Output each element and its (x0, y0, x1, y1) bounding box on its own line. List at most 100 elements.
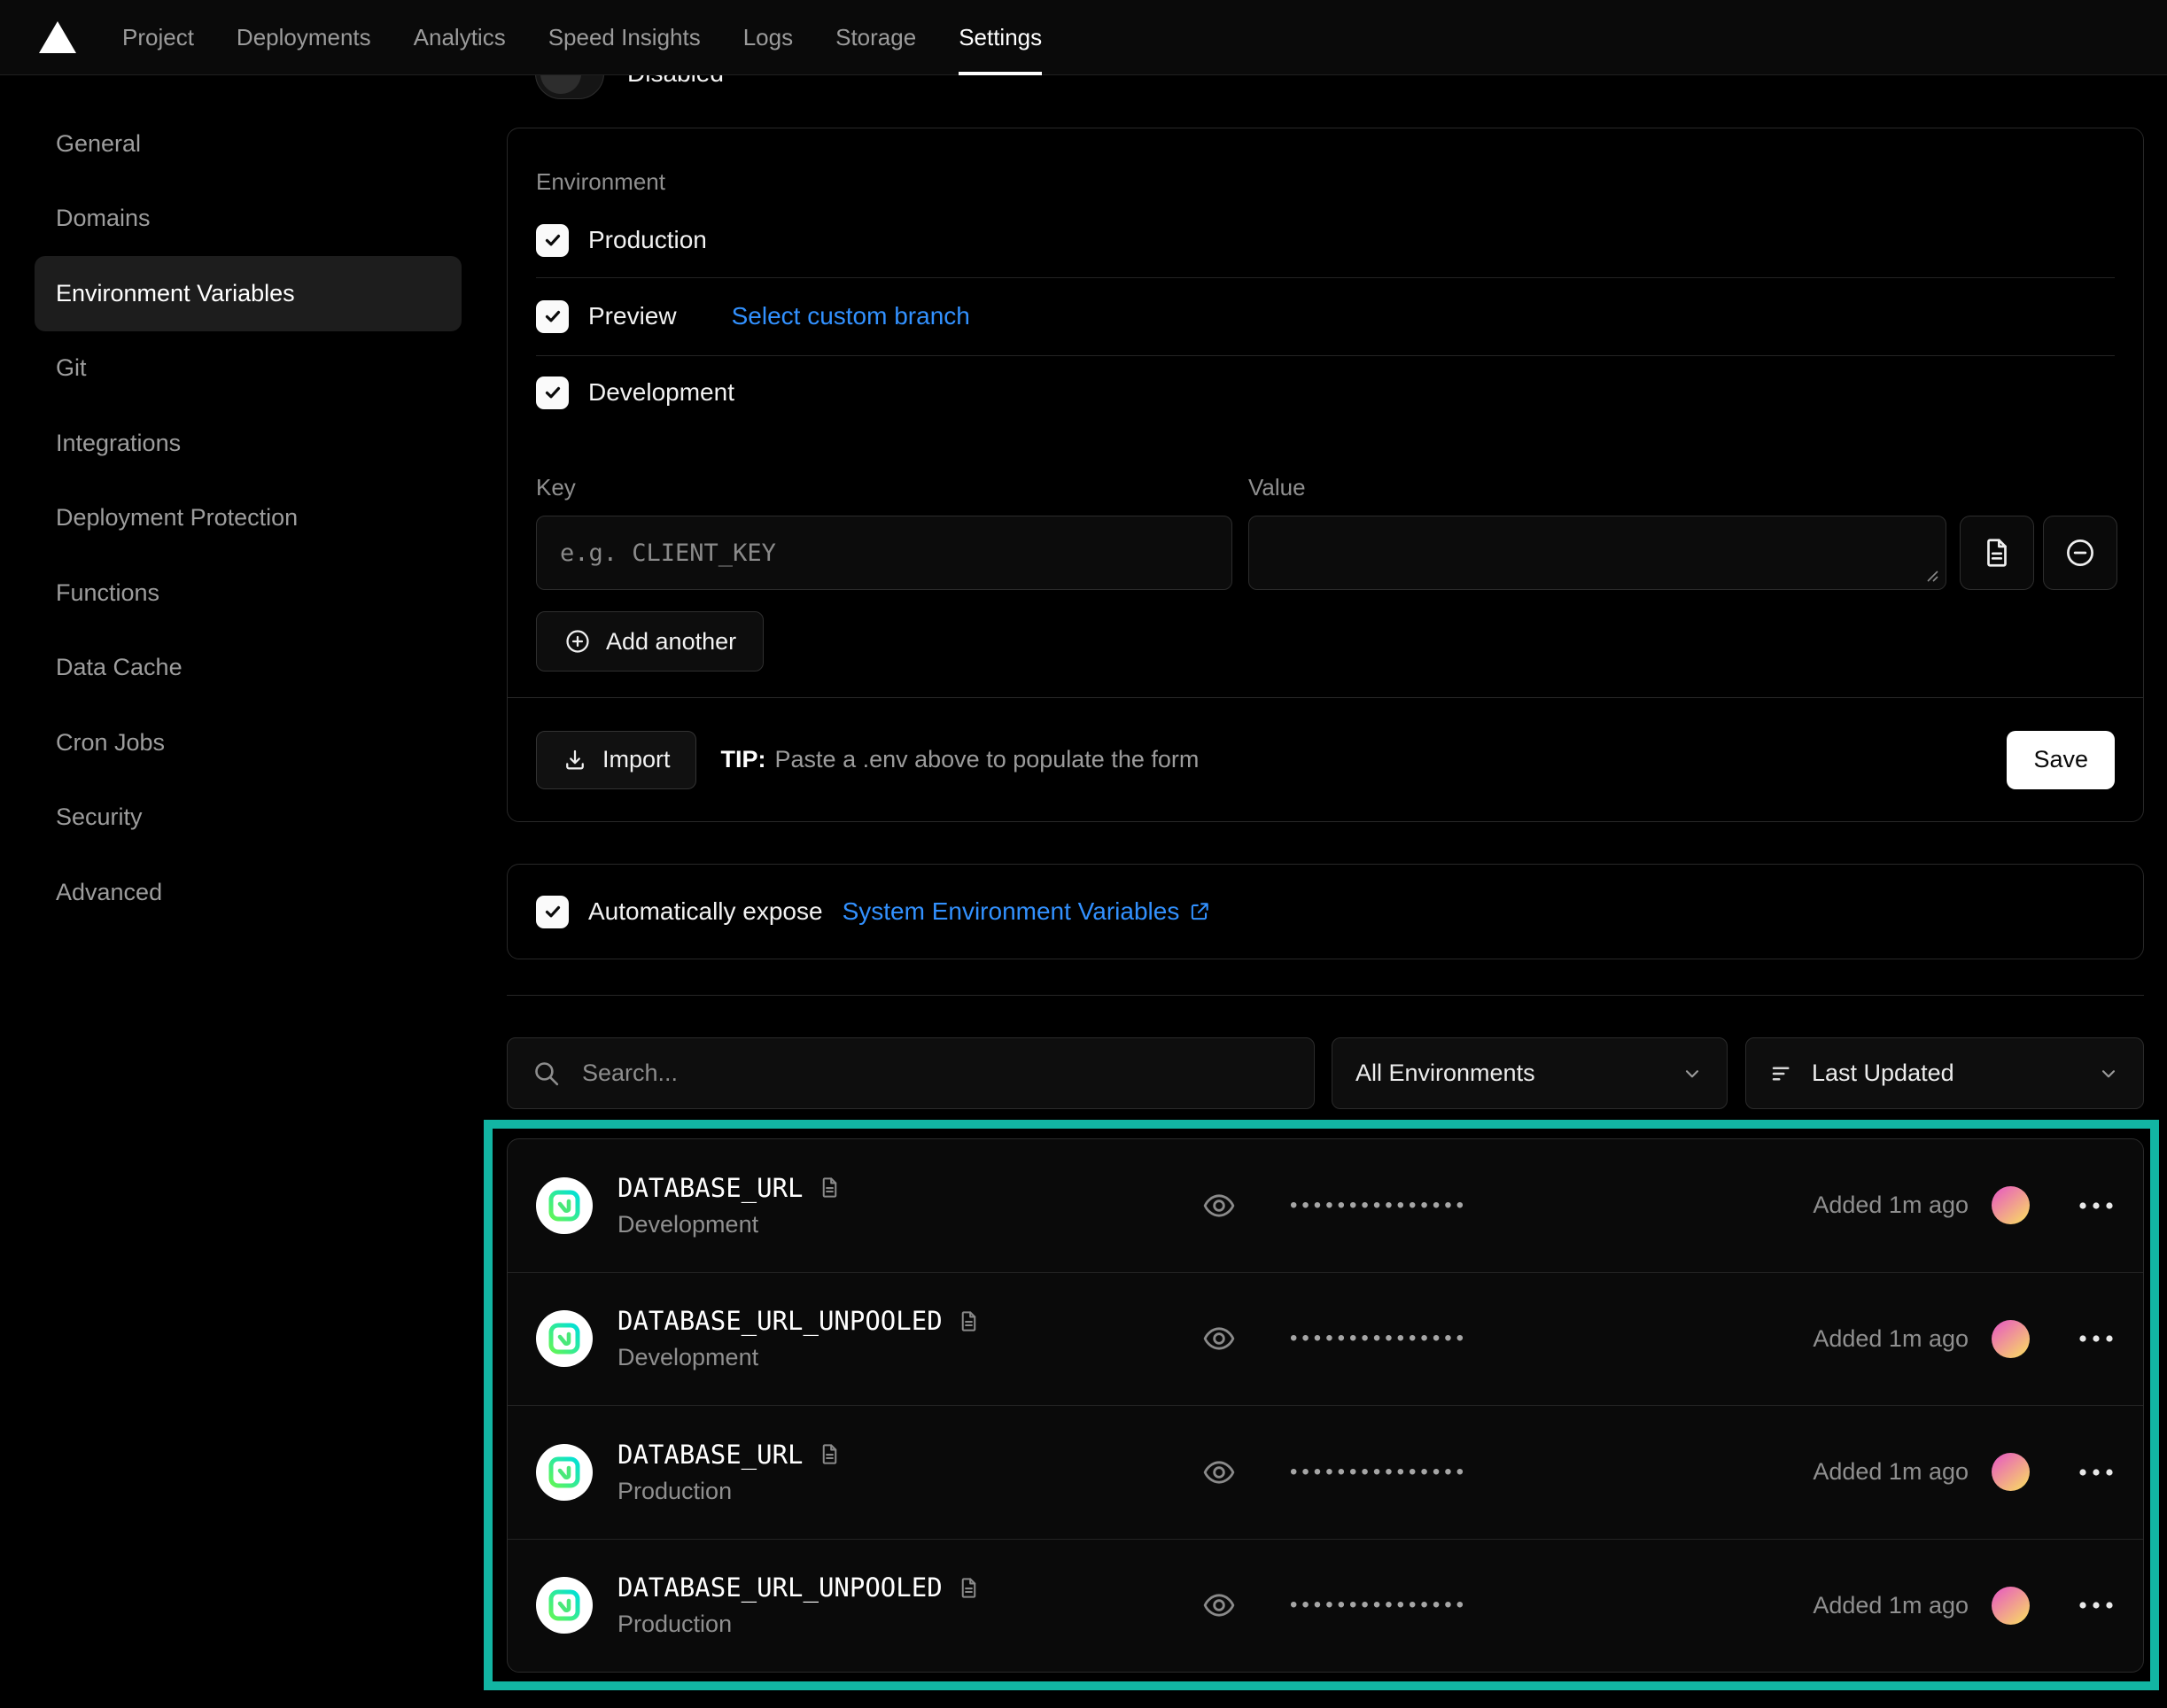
sort-dropdown[interactable]: Last Updated (1745, 1037, 2144, 1109)
variable-name-cell: DATABASE_URL_UNPOOLED Production (617, 1572, 1201, 1638)
row-actions-menu-button[interactable] (2078, 1467, 2115, 1478)
nav-tab-settings[interactable]: Settings (937, 0, 1063, 74)
env-variable-row[interactable]: DATABASE_URL_UNPOOLED Production •••••••… (508, 1539, 2143, 1673)
paste-env-file-button[interactable] (1960, 516, 2034, 590)
sidebar-item-integrations[interactable]: Integrations (0, 406, 483, 481)
sort-lines-icon (1769, 1060, 1796, 1087)
sidebar-item-git[interactable]: Git (0, 331, 483, 407)
ellipsis-icon (2078, 1467, 2115, 1478)
neon-integration-avatar (536, 1177, 593, 1234)
vercel-logo[interactable] (39, 21, 76, 53)
env-variable-row[interactable]: DATABASE_URL Production ••••••••••••••• … (508, 1405, 2143, 1539)
import-button[interactable]: Import (536, 731, 696, 789)
neon-logo-icon (548, 1189, 581, 1223)
env-variable-row[interactable]: DATABASE_URL Development •••••••••••••••… (508, 1139, 2143, 1272)
environment-filter-value: All Environments (1355, 1060, 1535, 1087)
row-actions-menu-button[interactable] (2078, 1200, 2115, 1211)
row-actions-menu-button[interactable] (2078, 1600, 2115, 1611)
search-input[interactable] (507, 1037, 1315, 1109)
variable-name: DATABASE_URL_UNPOOLED (617, 1306, 943, 1336)
minus-circle-icon (2063, 536, 2097, 570)
environment-option-preview: Preview Select custom branch (536, 299, 970, 333)
check-icon (542, 901, 563, 922)
save-button[interactable]: Save (2007, 731, 2115, 789)
sidebar-item-general[interactable]: General (0, 106, 483, 182)
environment-filter-dropdown[interactable]: All Environments (1332, 1037, 1728, 1109)
variable-environment: Development (617, 1344, 1201, 1371)
added-timestamp: Added 1m ago (1813, 1458, 1969, 1486)
value-input[interactable] (1248, 516, 1946, 590)
expose-checkbox[interactable] (536, 896, 569, 928)
sidebar-item-functions[interactable]: Functions (0, 555, 483, 631)
search-icon (532, 1059, 561, 1088)
ellipsis-icon (2078, 1200, 2115, 1211)
development-checkbox[interactable] (536, 377, 569, 409)
preview-checkbox[interactable] (536, 300, 569, 333)
neon-integration-avatar (536, 1310, 593, 1367)
masked-value: ••••••••••••••• (1290, 1193, 1468, 1218)
sidebar-item-cron-jobs[interactable]: Cron Jobs (0, 705, 483, 780)
tip-bold: TIP: (721, 746, 766, 772)
neon-integration-avatar (536, 1577, 593, 1634)
document-icon (1980, 536, 2014, 570)
user-avatar (1992, 1320, 2030, 1358)
expose-label: Automatically expose (588, 897, 823, 926)
plus-circle-icon (563, 627, 592, 656)
download-icon (562, 747, 588, 773)
key-input[interactable] (536, 516, 1232, 590)
environment-option-development: Development (536, 376, 734, 409)
select-custom-branch-link[interactable]: Select custom branch (732, 302, 970, 330)
note-icon[interactable] (818, 1176, 842, 1199)
system-env-expose-card: Automatically expose System Environment … (507, 864, 2144, 959)
production-checkbox-label: Production (588, 226, 707, 254)
nav-tab-project[interactable]: Project (101, 0, 215, 74)
nav-tab-storage[interactable]: Storage (814, 0, 937, 74)
note-icon[interactable] (957, 1309, 981, 1333)
eye-icon[interactable] (1201, 1321, 1237, 1356)
import-label: Import (602, 746, 671, 773)
preview-checkbox-label: Preview (588, 302, 677, 330)
variable-environment: Development (617, 1211, 1201, 1238)
eye-icon[interactable] (1201, 1588, 1237, 1623)
chevron-down-icon (2097, 1062, 2120, 1085)
check-icon (542, 306, 563, 327)
nav-tab-logs[interactable]: Logs (722, 0, 814, 74)
nav-tab-analytics[interactable]: Analytics (392, 0, 527, 74)
row-actions-menu-button[interactable] (2078, 1333, 2115, 1344)
production-checkbox[interactable] (536, 224, 569, 257)
sort-value: Last Updated (1812, 1060, 1954, 1087)
top-navigation: Project Deployments Analytics Speed Insi… (0, 0, 2167, 75)
sidebar-item-advanced[interactable]: Advanced (0, 855, 483, 930)
system-env-variables-link[interactable]: System Environment Variables (843, 897, 1212, 926)
nav-tab-deployments[interactable]: Deployments (215, 0, 392, 74)
sidebar-item-environment-variables[interactable]: Environment Variables (35, 256, 462, 331)
variable-environment: Production (617, 1478, 1201, 1505)
system-env-variables-link-text: System Environment Variables (843, 897, 1180, 926)
variable-name-cell: DATABASE_URL_UNPOOLED Development (617, 1306, 1201, 1371)
add-another-button[interactable]: Add another (536, 611, 764, 672)
user-avatar (1992, 1587, 2030, 1625)
nav-tab-speed-insights[interactable]: Speed Insights (527, 0, 722, 74)
eye-icon[interactable] (1201, 1188, 1237, 1223)
added-timestamp: Added 1m ago (1813, 1325, 1969, 1353)
user-avatar (1992, 1186, 2030, 1224)
added-timestamp: Added 1m ago (1813, 1192, 1969, 1219)
sidebar-item-deployment-protection[interactable]: Deployment Protection (0, 481, 483, 556)
neon-logo-icon (548, 1588, 581, 1622)
eye-icon[interactable] (1201, 1455, 1237, 1490)
env-variable-row[interactable]: DATABASE_URL_UNPOOLED Development ••••••… (508, 1272, 2143, 1406)
value-field-label: Value (1248, 474, 1306, 501)
environment-section-label: Environment (536, 168, 665, 196)
note-icon[interactable] (818, 1442, 842, 1466)
sidebar-item-security[interactable]: Security (0, 780, 483, 856)
note-icon[interactable] (957, 1576, 981, 1600)
search-box (507, 1037, 1315, 1109)
variable-name: DATABASE_URL_UNPOOLED (617, 1572, 943, 1603)
form-card-footer: Import TIP:Paste a .env above to populat… (508, 697, 2143, 821)
masked-value: ••••••••••••••• (1290, 1460, 1468, 1485)
sidebar-item-data-cache[interactable]: Data Cache (0, 631, 483, 706)
remove-row-button[interactable] (2043, 516, 2117, 590)
sidebar-item-domains[interactable]: Domains (0, 182, 483, 257)
resize-handle-icon[interactable] (1926, 570, 1939, 583)
value-input-wrap (1248, 516, 1946, 590)
